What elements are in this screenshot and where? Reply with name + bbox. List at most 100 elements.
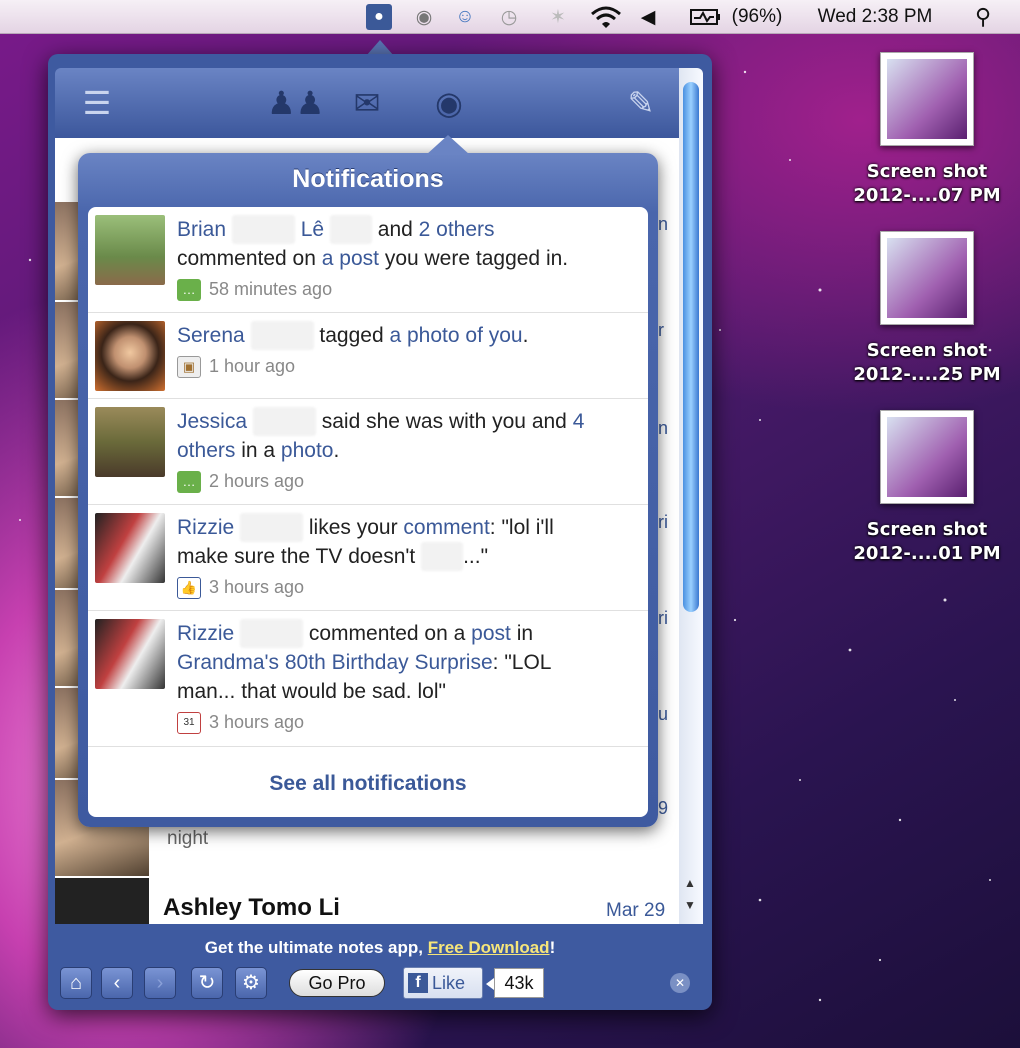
bluetooth-icon[interactable]: ✶ bbox=[546, 0, 570, 34]
notification-word: commented on bbox=[177, 247, 316, 270]
spotlight-icon[interactable]: ⚲ bbox=[968, 0, 998, 34]
like-icon: 👍 bbox=[177, 576, 201, 599]
like-label: Like bbox=[432, 972, 466, 993]
notification-time: … 58 minutes ago bbox=[177, 275, 637, 304]
comment-link[interactable]: comment bbox=[403, 516, 489, 539]
user-link[interactable]: Rizzie bbox=[177, 516, 234, 539]
settings-gear-icon[interactable]: ⚙ bbox=[235, 967, 267, 999]
time-label: 58 minutes ago bbox=[209, 279, 333, 299]
others-link[interactable]: 4 bbox=[573, 410, 585, 433]
user-link[interactable]: Rizzie bbox=[177, 622, 234, 645]
notification-text: Rizzie xxxxxx likes your comment: "lol i… bbox=[177, 513, 637, 602]
user-link[interactable]: Jessica bbox=[177, 410, 247, 433]
notification-text: Jessica xxxxxx said she was with you and… bbox=[177, 407, 637, 496]
scrollbar-thumb[interactable] bbox=[683, 82, 699, 612]
user-link[interactable]: Lê bbox=[301, 218, 324, 241]
scroll-up-icon[interactable]: ▲ bbox=[684, 876, 696, 890]
post-link[interactable]: post bbox=[471, 622, 511, 645]
battery-icon[interactable] bbox=[688, 0, 724, 34]
file-name-line2: 2012-....07 PM bbox=[853, 185, 1001, 206]
desktop-file[interactable]: Screen shot 2012-....01 PM bbox=[842, 410, 1012, 566]
feed-edge-text: n bbox=[658, 418, 669, 438]
notifications-list: Brian xxxxxx Lê xxxx and 2 others commen… bbox=[88, 207, 648, 817]
like-count: 43k bbox=[486, 968, 544, 998]
promo-text: Get the ultimate notes app, bbox=[204, 938, 423, 957]
battery-percent: (96%) bbox=[731, 6, 783, 27]
promo-suffix: ! bbox=[549, 938, 556, 957]
notification-item[interactable]: Brian xxxxxx Lê xxxx and 2 others commen… bbox=[88, 207, 648, 313]
time-machine-icon[interactable]: ◷ bbox=[494, 0, 524, 34]
redacted-text: xxxx bbox=[421, 542, 464, 571]
file-name-line1: Screen shot bbox=[866, 161, 988, 182]
redacted-text: xxxxxx bbox=[240, 513, 304, 542]
alien-icon[interactable]: ◉ bbox=[410, 0, 438, 34]
notification-word: tagged bbox=[319, 324, 384, 347]
back-icon[interactable]: ‹ bbox=[101, 967, 133, 999]
avatar bbox=[95, 215, 165, 285]
redacted-text: xxxxxx bbox=[252, 407, 316, 436]
avatar bbox=[95, 513, 165, 583]
time-label: 3 hours ago bbox=[209, 577, 305, 597]
globe-icon[interactable]: ◉ bbox=[429, 84, 469, 122]
notification-word: man... that would be sad. lol" bbox=[177, 680, 446, 703]
notification-item[interactable]: Rizzie xxxxxx commented on a post in Gra… bbox=[88, 611, 648, 747]
friends-icon[interactable]: ♟♟ bbox=[267, 84, 324, 122]
notification-word: : "LOL bbox=[492, 651, 552, 674]
desktop-file[interactable]: Screen shot 2012-....07 PM bbox=[842, 52, 1012, 208]
notification-time: 👍 3 hours ago bbox=[177, 573, 637, 602]
scroll-down-icon[interactable]: ▼ bbox=[684, 898, 696, 912]
wifi-icon[interactable] bbox=[588, 0, 624, 34]
notification-item[interactable]: Jessica xxxxxx said she was with you and… bbox=[88, 399, 648, 505]
comment-icon: … bbox=[177, 470, 201, 493]
menu-bar: ● ◉ ☺ ◷ ✶ ◀ (96%) Wed 2:38 PM ⚲ bbox=[0, 0, 1020, 34]
promo-banner: Get the ultimate notes app, Free Downloa… bbox=[48, 938, 712, 958]
feed-thumbnail bbox=[55, 878, 149, 924]
messages-icon[interactable]: ✉ bbox=[347, 84, 387, 122]
notification-text: Serena xxxxxx tagged a photo of you. ▣ 1… bbox=[177, 321, 637, 381]
volume-icon[interactable]: ◀ bbox=[636, 0, 660, 34]
avatar bbox=[95, 407, 165, 477]
home-icon[interactable]: ⌂ bbox=[60, 967, 92, 999]
go-pro-button[interactable]: Go Pro bbox=[289, 969, 385, 997]
refresh-icon[interactable]: ↻ bbox=[191, 967, 223, 999]
desktop-file[interactable]: Screen shot 2012-....25 PM bbox=[842, 231, 1012, 387]
feed-author[interactable]: Ashley Tomo Li bbox=[163, 894, 340, 922]
finder-helper-icon[interactable]: ☺ bbox=[450, 0, 480, 34]
redacted-text: xxxxxx bbox=[250, 321, 314, 350]
close-icon[interactable]: ✕ bbox=[670, 973, 690, 993]
notification-word: in a bbox=[241, 439, 276, 462]
like-button[interactable]: f Like bbox=[403, 967, 483, 999]
user-link[interactable]: Serena bbox=[177, 324, 245, 347]
free-download-link[interactable]: Free Download bbox=[428, 938, 550, 957]
feed-edge-text: n bbox=[658, 214, 669, 234]
event-icon: 31 bbox=[177, 711, 201, 734]
menu-icon[interactable]: ☰ bbox=[77, 84, 117, 122]
facebook-app-icon[interactable]: ● bbox=[366, 4, 392, 30]
avatar bbox=[95, 321, 165, 391]
feed-edge-text: ri bbox=[658, 512, 668, 532]
photo-link[interactable]: photo bbox=[281, 439, 334, 462]
app-toolbar: ☰ ♟♟ ✉ ◉ ✎ bbox=[55, 68, 679, 138]
scrollbar[interactable]: ▲ ▼ bbox=[679, 68, 703, 924]
file-thumbnail bbox=[880, 231, 974, 325]
others-link[interactable]: 2 others bbox=[419, 218, 495, 241]
photo-link[interactable]: a photo of you bbox=[389, 324, 522, 347]
notification-item[interactable]: Serena xxxxxx tagged a photo of you. ▣ 1… bbox=[88, 313, 648, 399]
file-name-line2: 2012-....25 PM bbox=[853, 364, 1001, 385]
notification-word: . bbox=[333, 439, 340, 462]
clock[interactable]: Wed 2:38 PM bbox=[800, 0, 950, 34]
notification-word: : "lol i'll bbox=[489, 516, 554, 539]
redacted-text: xxxx bbox=[329, 215, 372, 244]
notification-item[interactable]: Rizzie xxxxxx likes your comment: "lol i… bbox=[88, 505, 648, 611]
event-link[interactable]: Grandma's 80th Birthday Surprise bbox=[177, 651, 493, 674]
notification-word: . bbox=[522, 324, 529, 347]
feed-date[interactable]: Mar 29 bbox=[606, 900, 665, 922]
notification-time: … 2 hours ago bbox=[177, 467, 637, 496]
see-all-notifications-link[interactable]: See all notifications bbox=[88, 751, 648, 817]
notification-text: Rizzie xxxxxx commented on a post in Gra… bbox=[177, 619, 637, 737]
compose-icon[interactable]: ✎ bbox=[621, 84, 661, 122]
others-link[interactable]: others bbox=[177, 439, 235, 462]
forward-icon[interactable]: › bbox=[144, 967, 176, 999]
post-link[interactable]: a post bbox=[322, 247, 379, 270]
user-link[interactable]: Brian bbox=[177, 218, 226, 241]
